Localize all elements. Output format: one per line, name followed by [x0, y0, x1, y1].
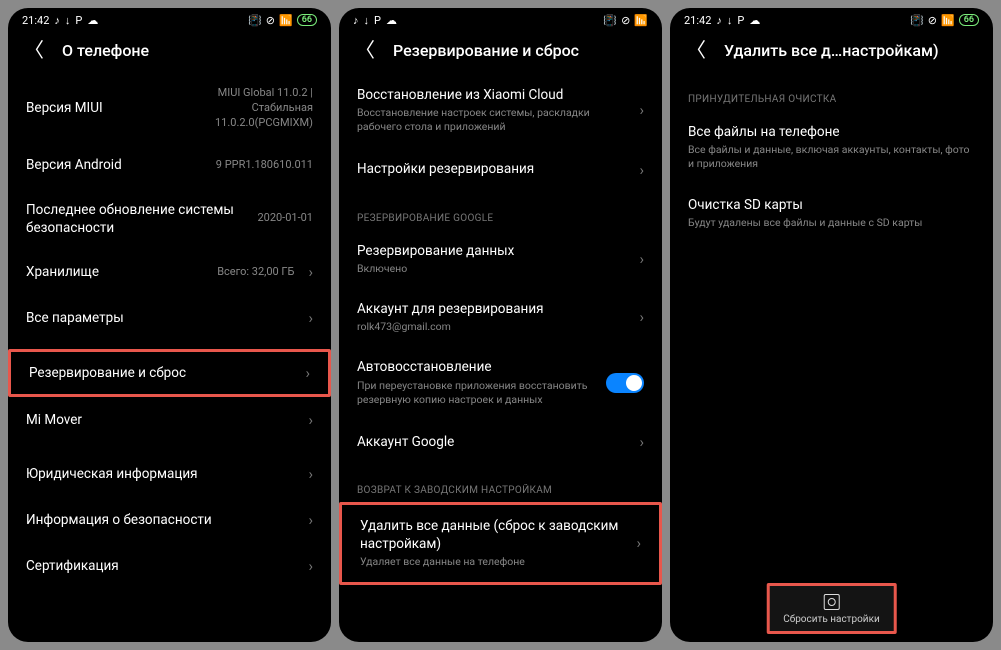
header: 〈 Резервирование и сброс [339, 30, 662, 74]
row-backup-settings[interactable]: Настройки резервирования › [339, 147, 662, 193]
download-icon: ↓ [364, 14, 370, 27]
vibrate-icon: 📳 [910, 14, 924, 27]
app-p-icon: P [374, 14, 381, 27]
status-bar: ♪ ↓ P ☁ 📳 ⊘ 📶 [339, 8, 662, 30]
row-erase-all-data[interactable]: Удалить все данные (сброс к заводским на… [339, 502, 662, 585]
chevron-right-icon: › [308, 411, 313, 429]
page-title: Удалить все д…настройкам) [724, 41, 939, 60]
row-legal-info[interactable]: Юридическая информация › [8, 451, 331, 497]
row-xiaomi-cloud-restore[interactable]: Восстановление из Xiaomi Cloud Восстанов… [339, 74, 662, 147]
nosim-icon: ⊘ [928, 14, 937, 27]
back-icon[interactable]: 〈 [355, 40, 375, 60]
section-force-wipe: ПРИНУДИТЕЛЬНАЯ ОЧИСТКА [670, 74, 993, 111]
status-time: 21:42 [684, 14, 711, 27]
download-icon: ↓ [727, 14, 733, 27]
signal-icon: 📶 [634, 14, 648, 27]
download-icon: ↓ [65, 14, 71, 27]
chevron-right-icon: › [308, 263, 313, 281]
row-certification[interactable]: Сертификация › [8, 543, 331, 589]
row-auto-restore[interactable]: Автовосстановление При переустановке при… [339, 346, 662, 419]
signal-icon: 📶 [279, 14, 293, 27]
row-all-files-phone[interactable]: Все файлы на телефоне Все файлы и данные… [670, 111, 993, 184]
tiktok-icon: ♪ [353, 14, 359, 27]
phone-screen-erase: 21:42 ♪ ↓ P ☁ 📳 ⊘ 📶 66 〈 Удалить все д…н… [670, 8, 993, 642]
app-p-icon: P [75, 14, 82, 27]
auto-restore-toggle[interactable] [606, 373, 644, 393]
row-backup-reset[interactable]: Резервирование и сброс › [8, 349, 331, 397]
row-security-update[interactable]: Последнее обновление системы безопасност… [8, 189, 331, 249]
row-google-account[interactable]: Аккаунт Google › [339, 419, 662, 465]
chevron-right-icon: › [639, 308, 644, 326]
nosim-icon: ⊘ [266, 14, 275, 27]
status-bar: 21:42 ♪ ↓ P ☁ 📳 ⊘ 📶 66 [8, 8, 331, 30]
tiktok-icon: ♪ [716, 14, 722, 27]
tiktok-icon: ♪ [54, 14, 60, 27]
row-android-version[interactable]: Версия Android 9 PPR1.180610.011 [8, 143, 331, 189]
chevron-right-icon: › [308, 511, 313, 529]
vibrate-icon: 📳 [603, 14, 617, 27]
page-title: Резервирование и сброс [393, 41, 579, 60]
signal-icon: 📶 [941, 14, 955, 27]
chevron-right-icon: › [639, 101, 644, 119]
cloud-icon: ☁ [749, 14, 760, 27]
row-all-parameters[interactable]: Все параметры › [8, 295, 331, 341]
chevron-right-icon: › [639, 161, 644, 179]
row-storage[interactable]: Хранилище Всего: 32,00 ГБ › [8, 249, 331, 295]
row-miui-version[interactable]: Версия MIUI MIUI Global 11.0.2 | Стабиль… [8, 74, 331, 143]
status-time: 21:42 [22, 14, 49, 27]
nosim-icon: ⊘ [621, 14, 630, 27]
cloud-icon: ☁ [87, 14, 98, 27]
section-google-backup: РЕЗЕРВИРОВАНИЕ GOOGLE [339, 193, 662, 230]
phone-screen-about: 21:42 ♪ ↓ P ☁ 📳 ⊘ 📶 66 〈 О телефоне Верс… [8, 8, 331, 642]
phone-screen-backup: ♪ ↓ P ☁ 📳 ⊘ 📶 〈 Резервирование и сброс В… [339, 8, 662, 642]
chevron-right-icon: › [639, 433, 644, 451]
chevron-right-icon: › [639, 250, 644, 268]
header: 〈 О телефоне [8, 30, 331, 74]
page-title: О телефоне [62, 41, 149, 60]
chevron-right-icon: › [308, 557, 313, 575]
battery-indicator: 66 [297, 14, 317, 26]
back-icon[interactable]: 〈 [686, 40, 706, 60]
chevron-right-icon: › [308, 465, 313, 483]
row-mi-mover[interactable]: Mi Mover › [8, 397, 331, 443]
row-security-info[interactable]: Информация о безопасности › [8, 497, 331, 543]
cloud-icon: ☁ [386, 14, 397, 27]
reset-settings-button[interactable]: Сбросить настройки [766, 583, 897, 634]
row-sd-card-wipe[interactable]: Очистка SD карты Будут удалены все файлы… [670, 184, 993, 242]
app-p-icon: P [737, 14, 744, 27]
row-backup-account[interactable]: Аккаунт для резервирования rolk473@gmail… [339, 288, 662, 346]
header: 〈 Удалить все д…настройкам) [670, 30, 993, 74]
chevron-right-icon: › [305, 364, 310, 382]
vibrate-icon: 📳 [248, 14, 262, 27]
status-bar: 21:42 ♪ ↓ P ☁ 📳 ⊘ 📶 66 [670, 8, 993, 30]
row-data-backup[interactable]: Резервирование данных Включено › [339, 230, 662, 288]
section-factory-reset: ВОЗВРАТ К ЗАВОДСКИМ НАСТРОЙКАМ [339, 465, 662, 502]
reset-icon [824, 594, 840, 610]
back-icon[interactable]: 〈 [24, 40, 44, 60]
battery-indicator: 66 [959, 14, 979, 26]
chevron-right-icon: › [636, 534, 641, 552]
chevron-right-icon: › [308, 309, 313, 327]
